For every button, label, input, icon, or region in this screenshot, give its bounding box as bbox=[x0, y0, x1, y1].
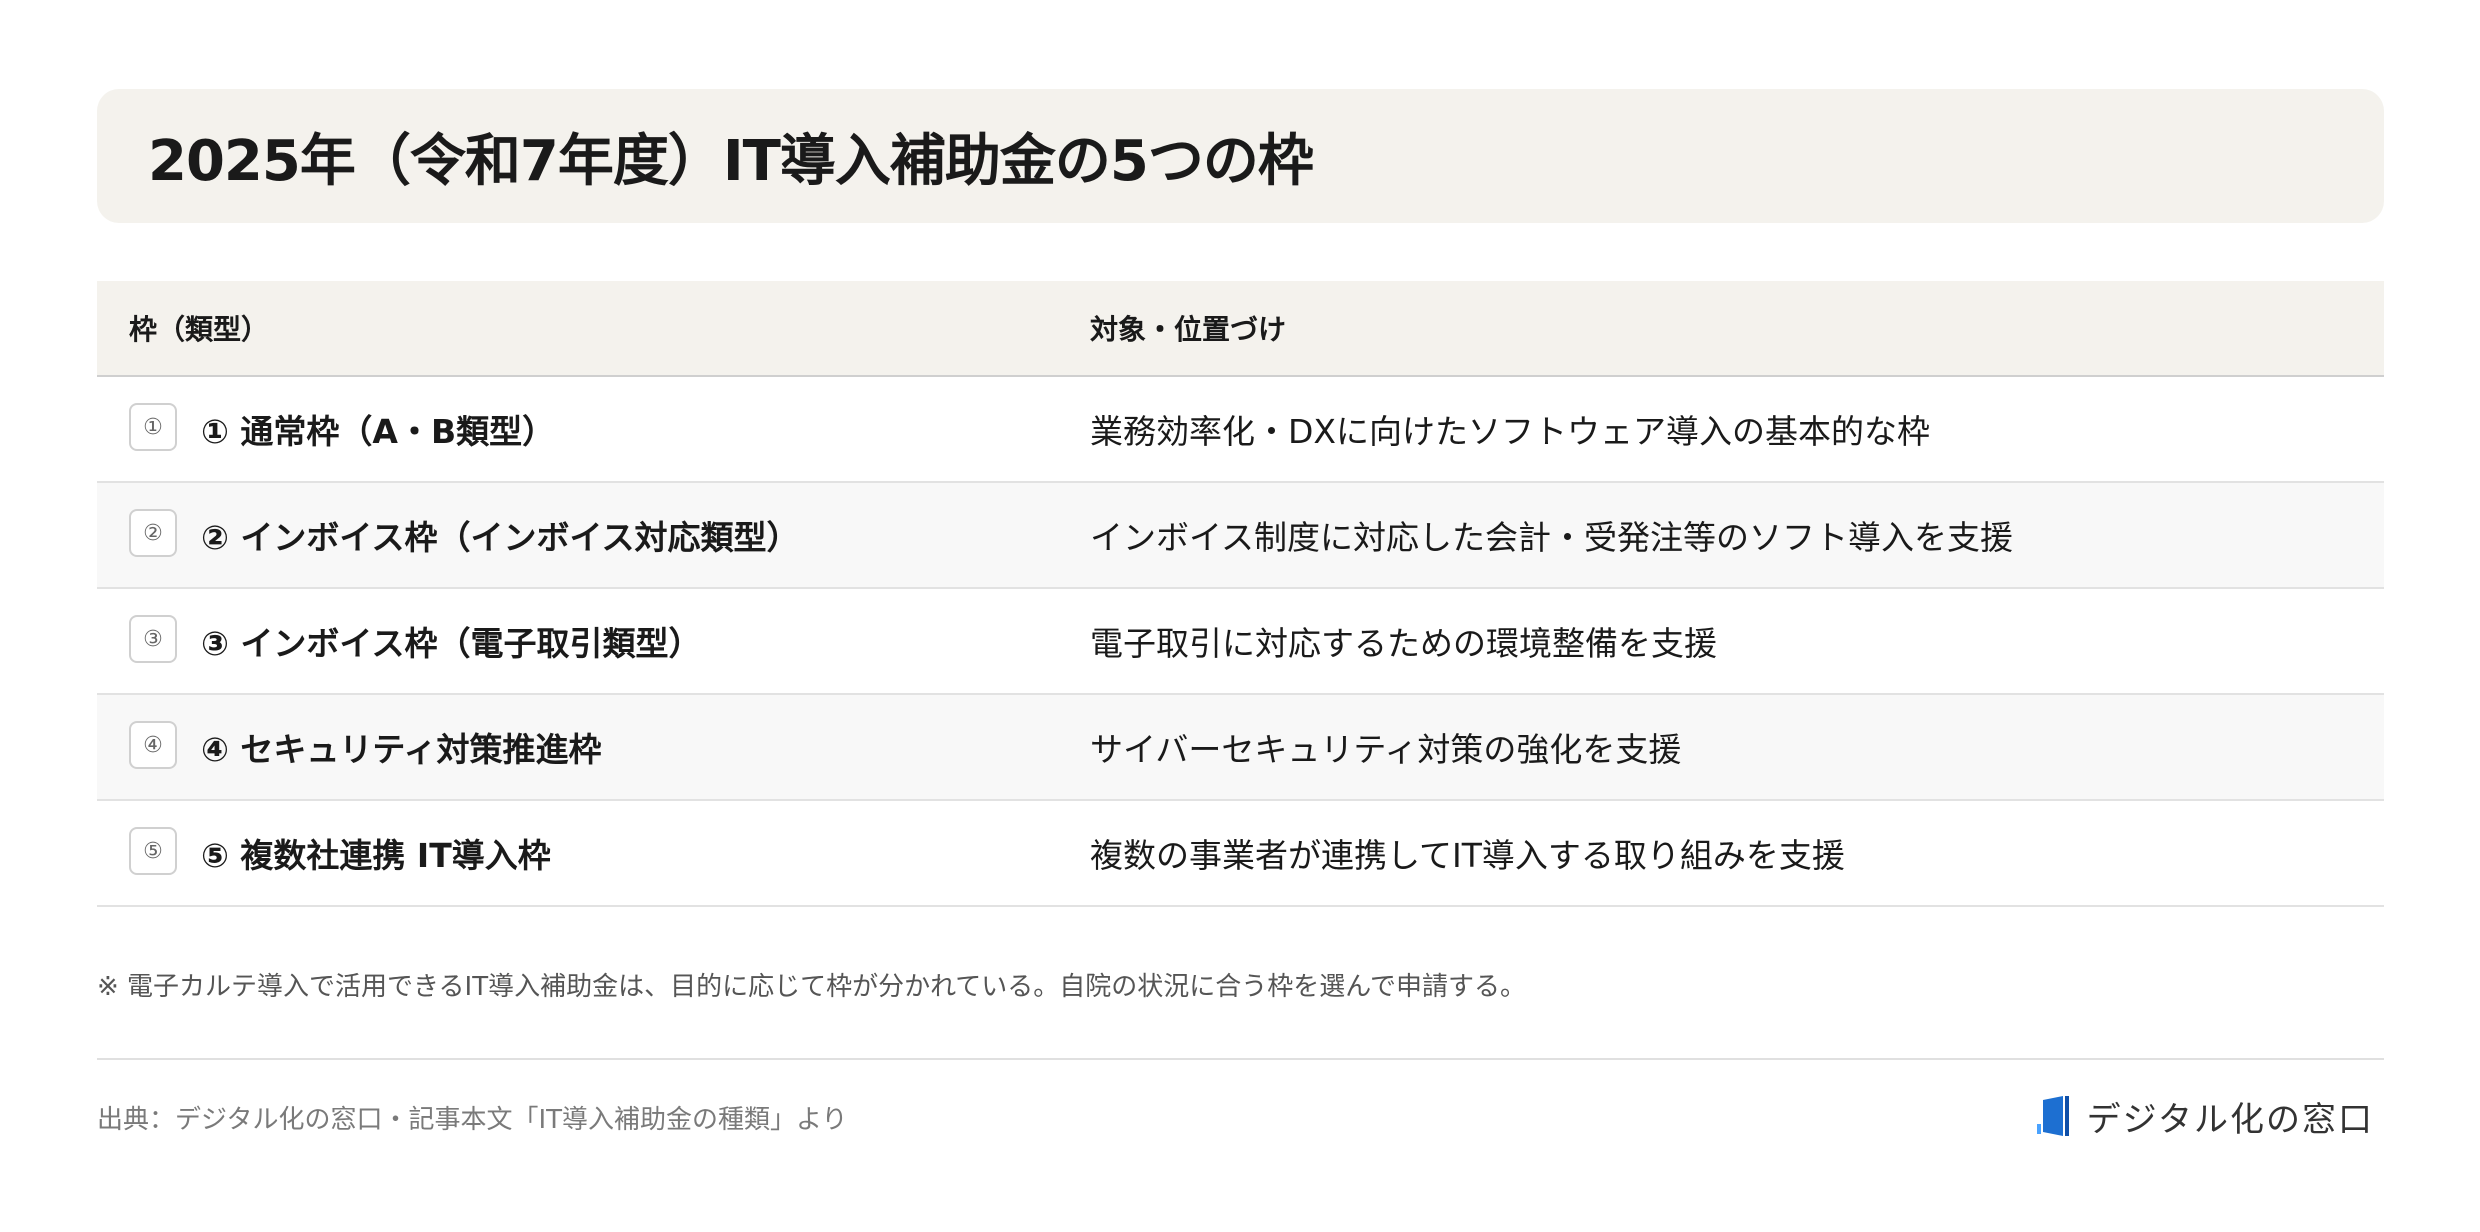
row-number-badge: ⑤ bbox=[129, 827, 177, 875]
brand-name: デジタル化の窓口 bbox=[2086, 1100, 2374, 1140]
row-description: サイバーセキュリティ対策の強化を支援 bbox=[1090, 730, 1682, 769]
row-category-name: ③ インボイス枠（電子取引類型） bbox=[201, 624, 702, 663]
table-row: ⑤ ⑤ 複数社連携 IT導入枠 複数の事業者が連携してIT導入する取り組みを支援 bbox=[97, 801, 2384, 907]
table-row: ④ ④ セキュリティ対策推進枠 サイバーセキュリティ対策の強化を支援 bbox=[97, 695, 2384, 801]
row-category-name: ② インボイス枠（インボイス対応類型） bbox=[201, 518, 800, 557]
title-panel: 2025年（令和7年度）IT導入補助金の5つの枠 bbox=[97, 89, 2384, 223]
column-header-category: 枠（類型） bbox=[129, 313, 270, 346]
table-row: ③ ③ インボイス枠（電子取引類型） 電子取引に対応するための環境整備を支援 bbox=[97, 589, 2384, 695]
column-header-target: 対象・位置づけ bbox=[1090, 313, 1287, 346]
table-header: 枠（類型） 対象・位置づけ bbox=[97, 281, 2384, 377]
row-number-badge: ④ bbox=[129, 721, 177, 769]
row-description: 電子取引に対応するための環境整備を支援 bbox=[1090, 624, 1717, 663]
row-description: インボイス制度に対応した会計・受発注等のソフト導入を支援 bbox=[1090, 518, 2014, 557]
row-category-name: ④ セキュリティ対策推進枠 bbox=[201, 730, 602, 769]
source-credit: 出典：デジタル化の窓口・記事本文「IT導入補助金の種類」より bbox=[97, 1105, 848, 1135]
row-number-badge: ② bbox=[129, 509, 177, 557]
door-logo-icon bbox=[2036, 1095, 2069, 1136]
row-number-badge: ③ bbox=[129, 615, 177, 663]
subsidy-table: 枠（類型） 対象・位置づけ ① ① 通常枠（A・B類型） 業務効率化・DXに向け… bbox=[97, 281, 2384, 907]
row-category-name: ⑤ 複数社連携 IT導入枠 bbox=[201, 836, 551, 875]
divider bbox=[97, 1058, 2384, 1060]
table-row: ① ① 通常枠（A・B類型） 業務効率化・DXに向けたソフトウェア導入の基本的な… bbox=[97, 377, 2384, 483]
row-description: 複数の事業者が連携してIT導入する取り組みを支援 bbox=[1090, 836, 1845, 875]
infographic: 2025年（令和7年度）IT導入補助金の5つの枠 枠（類型） 対象・位置づけ ①… bbox=[0, 0, 2480, 1232]
row-number-badge: ① bbox=[129, 403, 177, 451]
row-category-name: ① 通常枠（A・B類型） bbox=[201, 412, 556, 451]
table-row: ② ② インボイス枠（インボイス対応類型） インボイス制度に対応した会計・受発注… bbox=[97, 483, 2384, 589]
brand-logo: デジタル化の窓口 bbox=[2033, 1092, 2374, 1141]
row-description: 業務効率化・DXに向けたソフトウェア導入の基本的な枠 bbox=[1090, 412, 1931, 451]
footnote: ※ 電子カルテ導入で活用できるIT導入補助金は、目的に応じて枠が分かれている。自… bbox=[97, 972, 1527, 1002]
page-title: 2025年（令和7年度）IT導入補助金の5つの枠 bbox=[148, 128, 1314, 194]
